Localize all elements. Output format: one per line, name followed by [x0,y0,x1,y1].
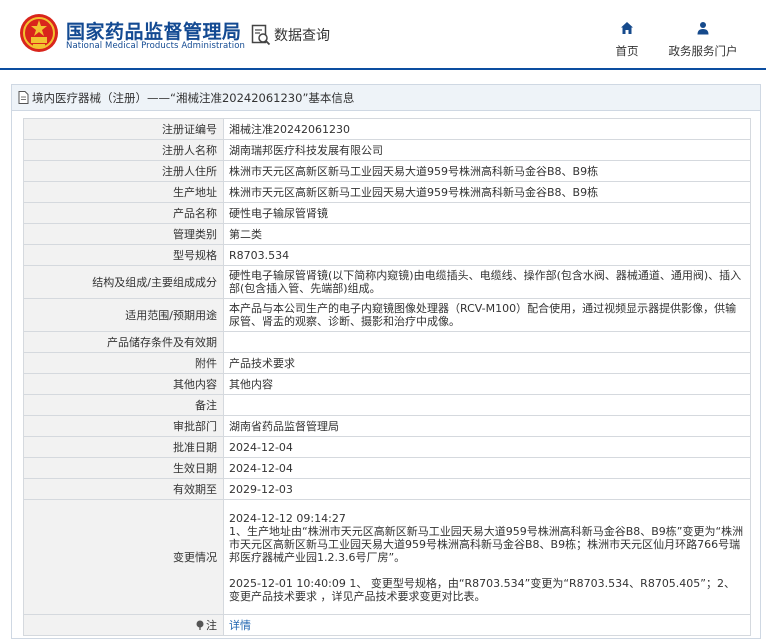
field-label: 生产地址 [23,181,224,203]
table-row: 注 详情 [23,614,751,636]
user-icon [697,22,709,35]
field-value: 株洲市天元区高新区新马工业园天易大道959号株洲高科新马金谷B8、B9栋 [223,160,751,182]
field-label: 产品名称 [23,202,224,224]
field-value: 本产品与本公司生产的电子内窥镜图像处理器（RCV-M100）配合使用，通过视频显… [223,298,751,332]
table-row: 附件 产品技术要求 [23,352,751,374]
field-label: 批准日期 [23,436,224,458]
home-icon [621,22,633,34]
field-label: 变更情况 [23,499,224,615]
document-icon [18,91,29,104]
document-search-icon [251,24,271,46]
field-value: 硬性电子输尿管肾镜 [223,202,751,224]
table-row: 注册人名称 湖南瑞邦医疗科技发展有限公司 [23,139,751,161]
field-value: 其他内容 [223,373,751,395]
nav-service-label: 政务服务门户 [668,44,738,58]
field-label: 结构及组成/主要组成成分 [23,265,224,299]
field-label: 生效日期 [23,457,224,479]
field-label: 适用范围/预期用途 [23,298,224,332]
table-row: 有效期至 2029-12-03 [23,478,751,500]
detail-panel: 境内医疗器械（注册）——“湘械注准20242061230”基本信息 注册证编号湘… [11,84,761,639]
table-row: 变更情况 2024-12-12 09:14:27 1、生产地址由“株洲市天元区高新… [23,499,751,615]
field-label: 管理类别 [23,223,224,245]
table-row: 生效日期 2024-12-04 [23,457,751,479]
field-label: 审批部门 [23,415,224,437]
table-row: 注册证编号 湘械注准20242061230 [23,118,751,140]
pin-icon [196,620,204,630]
table-row: 适用范围/预期用途 本产品与本公司生产的电子内窥镜图像处理器（RCV-M100）配… [23,298,751,332]
table-row: 批准日期 2024-12-04 [23,436,751,458]
table-row: 产品名称 硬性电子输尿管肾镜 [23,202,751,224]
change-history: 2024-12-12 09:14:27 1、生产地址由“株洲市天元区高新区新马工… [223,499,751,615]
field-label: 型号规格 [23,244,224,266]
site-subtitle: National Medical Products Administration [66,41,245,51]
table-row: 其他内容 其他内容 [23,373,751,395]
field-value [223,331,751,353]
panel-title: 境内医疗器械（注册）——“湘械注准20242061230”基本信息 [32,90,355,105]
table-row: 备注 [23,394,751,416]
table-row: 审批部门 湖南省药品监督管理局 [23,415,751,437]
field-label: 注册人住所 [23,160,224,182]
data-query-label: 数据查询 [274,28,330,44]
field-label: 备注 [23,394,224,416]
field-value: 产品技术要求 [223,352,751,374]
field-value: R8703.534 [223,244,751,266]
nav-home-label: 首页 [615,44,639,58]
nav-home[interactable]: 首页 [610,20,644,59]
data-query-link[interactable]: 数据查询 [251,24,330,46]
table-row: 生产地址 株洲市天元区高新区新马工业园天易大道959号株洲高科新马金谷B8、B9栋 [23,181,751,203]
field-value: 详情 [223,614,751,636]
table-row: 结构及组成/主要组成成分 硬性电子输尿管肾镜(以下简称内窥镜)由电缆插头、电缆线、… [23,265,751,299]
table-row: 管理类别 第二类 [23,223,751,245]
field-label: 注 [206,618,217,632]
site-header: 国家药品监督管理局 National Medical Products Admi… [0,0,766,70]
field-label: 产品储存条件及有效期 [23,331,224,353]
nav-service-portal[interactable]: 政务服务门户 [664,20,742,59]
site-title: 国家药品监督管理局 [66,21,242,43]
field-value: 湖南省药品监督管理局 [223,415,751,437]
field-label: 有效期至 [23,478,224,500]
table-row: 型号规格 R8703.534 [23,244,751,266]
info-table: 注册证编号 湘械注准20242061230 注册人名称 湖南瑞邦医疗科技发展有限公司… [23,118,751,636]
field-value [223,394,751,416]
field-value: 2029-12-03 [223,478,751,500]
field-label: 注册人名称 [23,139,224,161]
field-value: 2024-12-04 [223,436,751,458]
national-emblem-icon [20,14,58,52]
field-value: 第二类 [223,223,751,245]
field-value: 湖南瑞邦医疗科技发展有限公司 [223,139,751,161]
field-value: 2024-12-04 [223,457,751,479]
table-row: 注册人住所 株洲市天元区高新区新马工业园天易大道959号株洲高科新马金谷B8、B9… [23,160,751,182]
field-value: 株洲市天元区高新区新马工业园天易大道959号株洲高科新马金谷B8、B9栋 [223,181,751,203]
field-label: 其他内容 [23,373,224,395]
table-row: 产品储存条件及有效期 [23,331,751,353]
field-value: 湘械注准20242061230 [223,118,751,140]
note-label-cell: 注 [23,614,224,636]
field-label: 注册证编号 [23,118,224,140]
field-value: 硬性电子输尿管肾镜(以下简称内窥镜)由电缆插头、电缆线、操作部(包含水阀、器械通… [223,265,751,299]
panel-header: 境内医疗器械（注册）——“湘械注准20242061230”基本信息 [12,85,760,111]
detail-link[interactable]: 详情 [229,619,251,632]
field-label: 附件 [23,352,224,374]
